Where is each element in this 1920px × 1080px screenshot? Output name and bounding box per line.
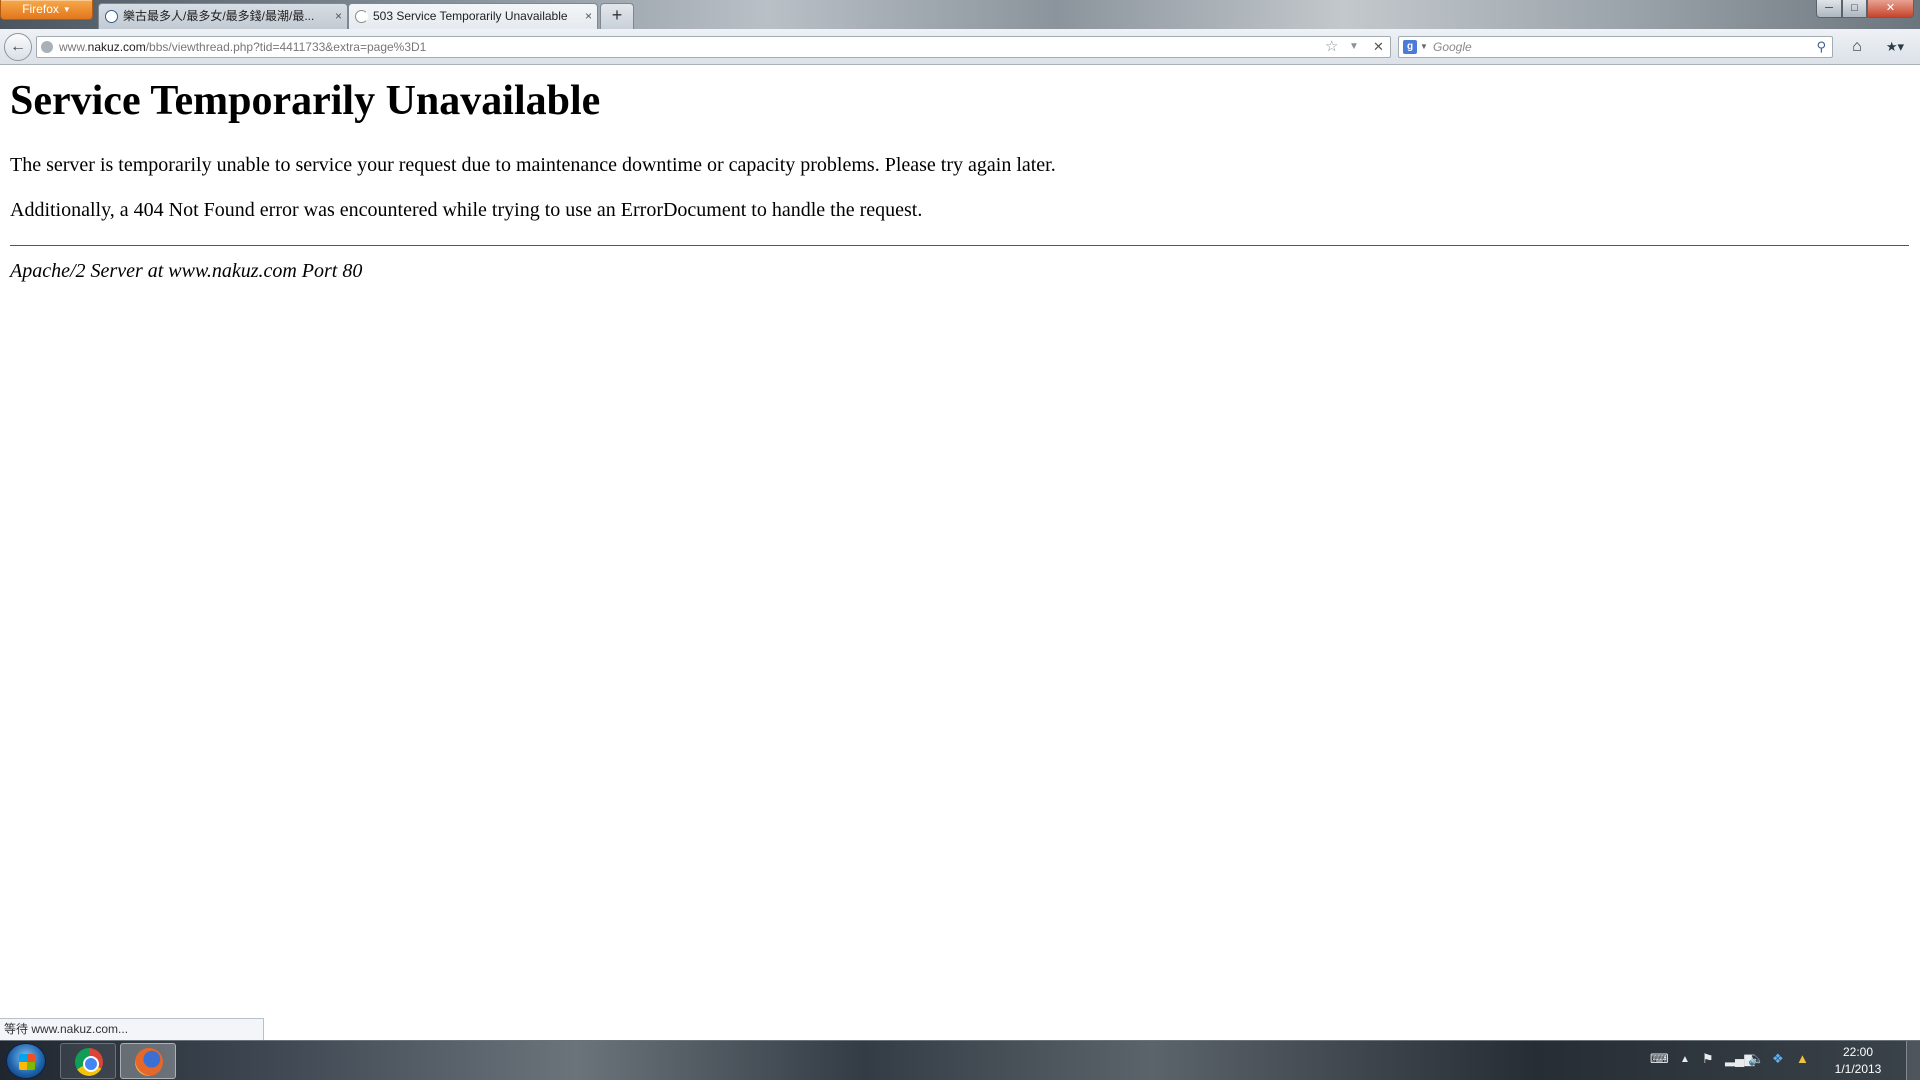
url-path: /bbs/viewthread.php?tid=4411733&extra=pa… — [145, 40, 427, 54]
page-content: Service Temporarily Unavailable The serv… — [0, 66, 1920, 1040]
history-dropdown-icon[interactable]: ▼ — [1349, 37, 1359, 57]
action-center-flag-icon[interactable]: ⚑ — [1702, 1051, 1714, 1067]
url-host-prefix: www. — [59, 40, 88, 54]
title-bar: Firefox ▼ 樂古最多人/最多女/最多錢/最潮/最... × 503 Ser… — [0, 0, 1920, 29]
tab-close-icon[interactable]: × — [335, 4, 342, 28]
windows-logo-icon — [19, 1054, 35, 1070]
arrow-left-icon: ← — [10, 38, 26, 55]
show-hidden-icons-icon[interactable]: ▲ — [1680, 1054, 1690, 1065]
dropbox-icon[interactable]: ❖ — [1772, 1051, 1784, 1067]
bookmarks-menu-button[interactable]: ★▾ — [1878, 35, 1912, 59]
address-bar[interactable]: www.nakuz.com/bbs/viewthread.php?tid=441… — [36, 36, 1391, 58]
home-icon: ⌂ — [1852, 38, 1862, 55]
search-bar[interactable]: g ▼ ⚲ — [1398, 36, 1833, 58]
url-host: nakuz.com — [87, 40, 146, 54]
stop-loading-icon[interactable]: ✕ — [1373, 37, 1384, 57]
taskbar-chrome-button[interactable] — [60, 1043, 116, 1079]
tab-title: 503 Service Temporarily Unavailable — [373, 9, 568, 23]
close-window-button[interactable]: ✕ — [1867, 0, 1914, 18]
url-text: www.nakuz.com/bbs/viewthread.php?tid=441… — [59, 37, 426, 57]
chevron-down-icon: ▼ — [62, 5, 71, 14]
taskbar: ⌨ ▲ ⚑ ▂▄▆ 🔈 ❖ ▲ 22:00 1/1/2013 — [0, 1040, 1920, 1080]
loading-spinner-icon — [355, 10, 368, 23]
search-input[interactable] — [1433, 38, 1793, 56]
clock-time[interactable]: 22:00 — [1838, 1045, 1878, 1059]
clock-date[interactable]: 1/1/2013 — [1826, 1062, 1890, 1076]
home-button[interactable]: ⌂ — [1844, 35, 1870, 59]
site-favicon-icon — [105, 10, 118, 23]
chrome-icon — [75, 1048, 103, 1076]
google-drive-icon[interactable]: ▲ — [1796, 1051, 1809, 1066]
firefox-menu-button[interactable]: Firefox ▼ — [0, 0, 93, 20]
google-engine-icon[interactable]: g — [1403, 40, 1417, 54]
error-message: The server is temporarily unable to serv… — [10, 154, 1056, 176]
back-button[interactable]: ← — [4, 33, 32, 61]
bookmark-star-icon[interactable]: ☆ — [1325, 37, 1338, 57]
new-tab-button[interactable]: + — [600, 3, 634, 29]
bookmarks-icon: ★▾ — [1885, 39, 1905, 54]
taskbar-firefox-button[interactable] — [120, 1043, 176, 1079]
volume-icon[interactable]: 🔈 — [1748, 1051, 1764, 1067]
horizontal-rule — [10, 245, 1909, 246]
tab-title: 樂古最多人/最多女/最多錢/最潮/最... — [123, 9, 315, 23]
page-title: Service Temporarily Unavailable — [10, 78, 601, 124]
search-magnifier-icon[interactable]: ⚲ — [1816, 37, 1826, 57]
keyboard-icon[interactable]: ⌨ — [1650, 1051, 1669, 1067]
server-signature: Apache/2 Server at www.nakuz.com Port 80 — [10, 260, 363, 282]
status-panel: 等待 www.nakuz.com... — [0, 1018, 264, 1040]
site-identity-icon[interactable] — [41, 41, 53, 53]
firefox-menu-label: Firefox — [22, 2, 59, 16]
maximize-window-button[interactable]: □ — [1842, 0, 1867, 18]
tab-nakuz-forum[interactable]: 樂古最多人/最多女/最多錢/最潮/最... × — [98, 3, 348, 29]
tab-service-unavailable[interactable]: 503 Service Temporarily Unavailable × — [348, 3, 598, 29]
navigation-toolbar: ← www.nakuz.com/bbs/viewthread.php?tid=4… — [0, 29, 1920, 65]
firefox-icon — [135, 1048, 163, 1076]
start-button[interactable] — [6, 1043, 46, 1079]
error-detail: Additionally, a 404 Not Found error was … — [10, 199, 923, 221]
minimize-window-button[interactable]: ─ — [1816, 0, 1842, 18]
tab-close-icon[interactable]: × — [585, 4, 592, 28]
show-desktop-button[interactable] — [1906, 1041, 1920, 1080]
chevron-down-icon[interactable]: ▼ — [1420, 37, 1428, 57]
